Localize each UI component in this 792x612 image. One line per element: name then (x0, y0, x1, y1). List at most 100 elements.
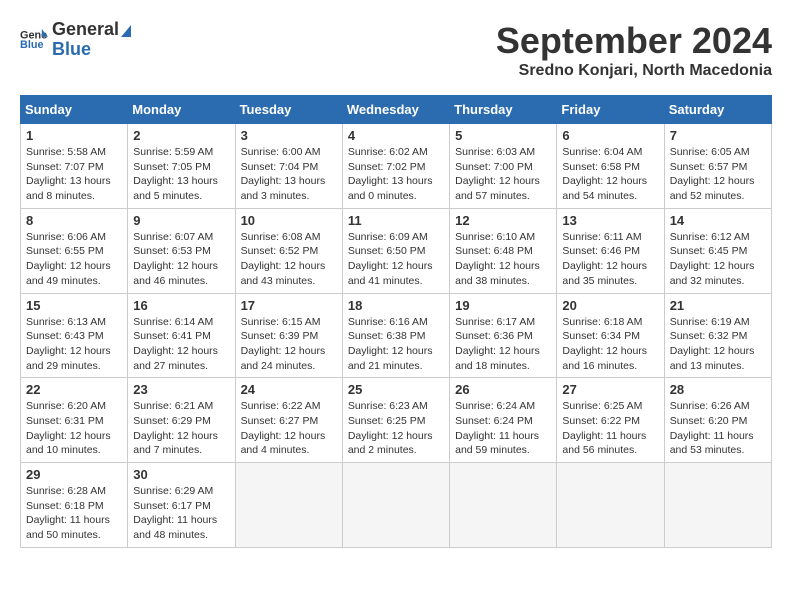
sunrise-label: Sunrise: 6:11 AM (562, 231, 641, 243)
day-number: 28 (670, 382, 766, 397)
day-info: Sunrise: 6:15 AM Sunset: 6:39 PM Dayligh… (241, 315, 337, 374)
sunset-label: Sunset: 6:27 PM (241, 415, 319, 427)
header-monday: Monday (128, 96, 235, 124)
day-number: 29 (26, 467, 122, 482)
day-number: 15 (26, 298, 122, 313)
day-info: Sunrise: 6:02 AM Sunset: 7:02 PM Dayligh… (348, 145, 444, 204)
day-number: 23 (133, 382, 229, 397)
day-number: 5 (455, 128, 551, 143)
daylight-label: Daylight: 12 hours and 4 minutes. (241, 430, 326, 457)
calendar-cell: 6 Sunrise: 6:04 AM Sunset: 6:58 PM Dayli… (557, 124, 664, 209)
daylight-label: Daylight: 12 hours and 16 minutes. (562, 345, 647, 372)
daylight-label: Daylight: 12 hours and 7 minutes. (133, 430, 218, 457)
day-number: 27 (562, 382, 658, 397)
calendar-cell: 19 Sunrise: 6:17 AM Sunset: 6:36 PM Dayl… (450, 293, 557, 378)
sunset-label: Sunset: 7:04 PM (241, 161, 319, 173)
sunset-label: Sunset: 6:36 PM (455, 330, 533, 342)
sunrise-label: Sunrise: 6:04 AM (562, 146, 642, 158)
day-number: 13 (562, 213, 658, 228)
sunset-label: Sunset: 6:38 PM (348, 330, 426, 342)
header-wednesday: Wednesday (342, 96, 449, 124)
sunrise-label: Sunrise: 6:24 AM (455, 400, 535, 412)
daylight-label: Daylight: 12 hours and 43 minutes. (241, 260, 326, 287)
daylight-label: Daylight: 11 hours and 59 minutes. (455, 430, 539, 457)
calendar-cell: 7 Sunrise: 6:05 AM Sunset: 6:57 PM Dayli… (664, 124, 771, 209)
sunset-label: Sunset: 6:34 PM (562, 330, 640, 342)
sunrise-label: Sunrise: 6:02 AM (348, 146, 428, 158)
sunset-label: Sunset: 6:58 PM (562, 161, 640, 173)
logo-general-text: General (52, 19, 119, 39)
sunset-label: Sunset: 6:55 PM (26, 245, 104, 257)
calendar-cell: 10 Sunrise: 6:08 AM Sunset: 6:52 PM Dayl… (235, 208, 342, 293)
daylight-label: Daylight: 12 hours and 32 minutes. (670, 260, 755, 287)
sunrise-label: Sunrise: 6:17 AM (455, 316, 535, 328)
calendar-cell (235, 463, 342, 548)
daylight-label: Daylight: 12 hours and 49 minutes. (26, 260, 111, 287)
day-number: 19 (455, 298, 551, 313)
sunrise-label: Sunrise: 6:12 AM (670, 231, 750, 243)
sunrise-label: Sunrise: 6:23 AM (348, 400, 428, 412)
week-row-2: 8 Sunrise: 6:06 AM Sunset: 6:55 PM Dayli… (21, 208, 772, 293)
daylight-label: Daylight: 13 hours and 3 minutes. (241, 175, 326, 202)
sunrise-label: Sunrise: 6:22 AM (241, 400, 321, 412)
daylight-label: Daylight: 12 hours and 24 minutes. (241, 345, 326, 372)
sunrise-label: Sunrise: 6:20 AM (26, 400, 106, 412)
day-info: Sunrise: 6:03 AM Sunset: 7:00 PM Dayligh… (455, 145, 551, 204)
day-info: Sunrise: 6:10 AM Sunset: 6:48 PM Dayligh… (455, 230, 551, 289)
day-info: Sunrise: 6:17 AM Sunset: 6:36 PM Dayligh… (455, 315, 551, 374)
sunset-label: Sunset: 6:29 PM (133, 415, 211, 427)
daylight-label: Daylight: 13 hours and 8 minutes. (26, 175, 111, 202)
day-info: Sunrise: 5:59 AM Sunset: 7:05 PM Dayligh… (133, 145, 229, 204)
day-number: 11 (348, 213, 444, 228)
day-info: Sunrise: 6:09 AM Sunset: 6:50 PM Dayligh… (348, 230, 444, 289)
day-number: 1 (26, 128, 122, 143)
daylight-label: Daylight: 13 hours and 0 minutes. (348, 175, 433, 202)
logo: General Blue General Blue (20, 20, 131, 60)
day-number: 25 (348, 382, 444, 397)
daylight-label: Daylight: 12 hours and 52 minutes. (670, 175, 755, 202)
sunrise-label: Sunrise: 6:10 AM (455, 231, 535, 243)
day-number: 22 (26, 382, 122, 397)
calendar-cell: 15 Sunrise: 6:13 AM Sunset: 6:43 PM Dayl… (21, 293, 128, 378)
day-info: Sunrise: 6:04 AM Sunset: 6:58 PM Dayligh… (562, 145, 658, 204)
sunrise-label: Sunrise: 6:06 AM (26, 231, 106, 243)
sunrise-label: Sunrise: 5:58 AM (26, 146, 106, 158)
header-sunday: Sunday (21, 96, 128, 124)
daylight-label: Daylight: 12 hours and 57 minutes. (455, 175, 540, 202)
header-tuesday: Tuesday (235, 96, 342, 124)
day-info: Sunrise: 6:00 AM Sunset: 7:04 PM Dayligh… (241, 145, 337, 204)
title-area: September 2024 Sredno Konjari, North Mac… (496, 20, 772, 80)
day-info: Sunrise: 6:18 AM Sunset: 6:34 PM Dayligh… (562, 315, 658, 374)
calendar-cell: 14 Sunrise: 6:12 AM Sunset: 6:45 PM Dayl… (664, 208, 771, 293)
calendar-cell: 21 Sunrise: 6:19 AM Sunset: 6:32 PM Dayl… (664, 293, 771, 378)
daylight-label: Daylight: 11 hours and 56 minutes. (562, 430, 646, 457)
sunset-label: Sunset: 7:02 PM (348, 161, 426, 173)
sunset-label: Sunset: 6:18 PM (26, 500, 104, 512)
daylight-label: Daylight: 12 hours and 21 minutes. (348, 345, 433, 372)
sunset-label: Sunset: 6:22 PM (562, 415, 640, 427)
sunrise-label: Sunrise: 6:07 AM (133, 231, 213, 243)
header-thursday: Thursday (450, 96, 557, 124)
day-info: Sunrise: 6:19 AM Sunset: 6:32 PM Dayligh… (670, 315, 766, 374)
daylight-label: Daylight: 12 hours and 54 minutes. (562, 175, 647, 202)
header-friday: Friday (557, 96, 664, 124)
calendar-cell: 29 Sunrise: 6:28 AM Sunset: 6:18 PM Dayl… (21, 463, 128, 548)
sunrise-label: Sunrise: 6:05 AM (670, 146, 750, 158)
day-number: 16 (133, 298, 229, 313)
sunrise-label: Sunrise: 6:19 AM (670, 316, 750, 328)
svg-text:Blue: Blue (20, 39, 44, 51)
sunrise-label: Sunrise: 6:18 AM (562, 316, 642, 328)
calendar-cell: 11 Sunrise: 6:09 AM Sunset: 6:50 PM Dayl… (342, 208, 449, 293)
calendar-cell (557, 463, 664, 548)
day-info: Sunrise: 6:20 AM Sunset: 6:31 PM Dayligh… (26, 399, 122, 458)
day-number: 2 (133, 128, 229, 143)
sunset-label: Sunset: 6:41 PM (133, 330, 211, 342)
header-saturday: Saturday (664, 96, 771, 124)
day-number: 18 (348, 298, 444, 313)
calendar-cell: 3 Sunrise: 6:00 AM Sunset: 7:04 PM Dayli… (235, 124, 342, 209)
day-number: 8 (26, 213, 122, 228)
daylight-label: Daylight: 11 hours and 53 minutes. (670, 430, 754, 457)
day-number: 24 (241, 382, 337, 397)
daylight-label: Daylight: 13 hours and 5 minutes. (133, 175, 218, 202)
calendar-cell: 25 Sunrise: 6:23 AM Sunset: 6:25 PM Dayl… (342, 378, 449, 463)
